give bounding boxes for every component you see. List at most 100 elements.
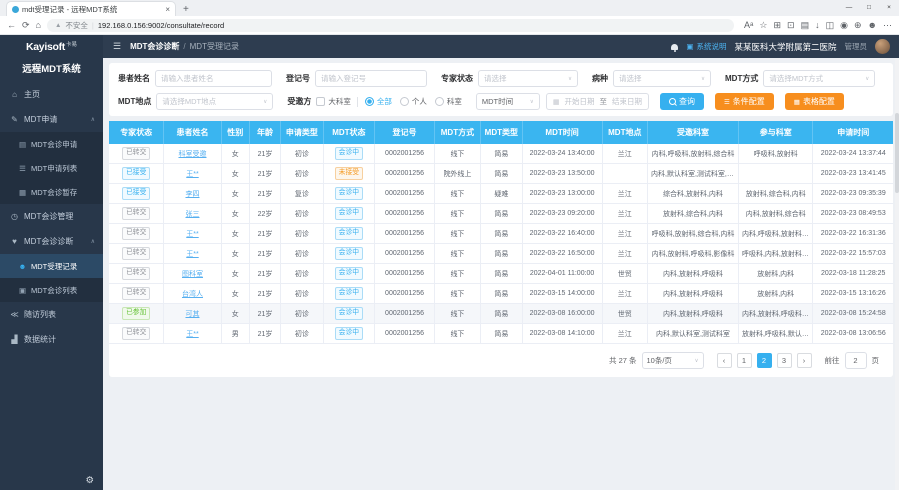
table-row: 已接受王**女21岁初诊未接受0002001256院外线上简易2022-03-2… xyxy=(109,164,893,184)
expert-status-badge: 已参加 xyxy=(122,307,150,320)
table-cell: 简易 xyxy=(481,244,523,264)
settings-gear-icon[interactable]: ⚙ xyxy=(85,475,94,486)
sidebar-collapse-icon[interactable]: ☰ xyxy=(113,41,121,52)
time-type-select[interactable]: MDT时间 ∨ xyxy=(476,93,540,110)
prev-page-button[interactable]: ‹ xyxy=(717,353,732,368)
search-button[interactable]: 查询 xyxy=(660,93,704,110)
patient-name-link[interactable]: 张三 xyxy=(185,211,199,218)
address-bar[interactable]: ▲ 不安全 | 192.168.0.156:9002/consultate/re… xyxy=(47,19,734,32)
sidebar-item-mdt-apply-list[interactable]: ☰MDT申请列表 xyxy=(0,156,103,180)
table-cell: 0002001256 xyxy=(375,284,435,304)
minimize-button[interactable]: — xyxy=(839,0,859,14)
mdt-mode-filter: MDT方式 请选择MDT方式 ∨ xyxy=(725,70,875,87)
favorites-icon[interactable]: ☆ xyxy=(759,21,767,30)
browser-tab[interactable]: mdt受理记录 - 远程MDT系统 × xyxy=(6,1,176,16)
new-tab-button[interactable]: + xyxy=(183,4,189,15)
expert-status-select[interactable]: 请选择 ∨ xyxy=(478,70,578,87)
patient-name-link[interactable]: 王** xyxy=(186,231,198,238)
read-aloud-icon[interactable]: Aᵃ xyxy=(744,21,753,30)
scrollbar-track[interactable] xyxy=(895,58,899,490)
page-button-1[interactable]: 1 xyxy=(737,353,752,368)
radio-icon xyxy=(400,97,409,106)
patient-name-link[interactable]: 科室受邀 xyxy=(178,151,206,158)
invitee-label: 受邀方 xyxy=(287,96,311,107)
copilot-icon[interactable]: ◉ xyxy=(840,21,848,30)
goto-unit: 页 xyxy=(872,355,880,366)
collections-icon[interactable]: ⊞ xyxy=(773,21,781,30)
sidebar-item-followup[interactable]: ≪随访列表 xyxy=(0,302,103,327)
sidebar-item-mdt-record[interactable]: ☻MDT受理记录 xyxy=(0,254,103,278)
more-icon[interactable]: ⋯ xyxy=(883,21,892,30)
condition-config-button[interactable]: ☰ 条件配置 xyxy=(715,93,774,110)
main-content: 患者姓名 登记号 专家状态 请选择 ∨ xyxy=(103,58,899,490)
date-range-picker[interactable]: ▦ 开始日期 至 结束日期 xyxy=(546,93,649,110)
table-cell: 李四 xyxy=(164,184,221,204)
patient-name-link[interactable]: 王** xyxy=(186,171,198,178)
patient-name-link[interactable]: 台湾人 xyxy=(182,291,203,298)
maximize-button[interactable]: □ xyxy=(859,0,879,14)
search-icon xyxy=(669,98,676,105)
table-cell: 2022-03-23 09:35:39 xyxy=(813,184,893,204)
invitee-radio[interactable]: 全部 xyxy=(365,96,400,107)
mdt-place-select[interactable]: 请选择MDT地点 ∨ xyxy=(156,93,273,110)
profile-icon[interactable]: ☻ xyxy=(868,21,877,30)
date-end-placeholder: 结束日期 xyxy=(612,96,642,107)
back-icon[interactable]: ← xyxy=(7,21,16,30)
expert-status-label: 专家状态 xyxy=(441,73,473,84)
table-cell: 2022-03-22 16:50:00 xyxy=(522,244,602,264)
sidebar-item-mdt-diagnosis[interactable]: ♥MDT会诊诊断∧ xyxy=(0,229,103,254)
user-avatar[interactable] xyxy=(875,39,890,54)
register-no-input[interactable] xyxy=(315,70,427,87)
patient-name-input[interactable] xyxy=(155,70,272,87)
goto-page-input[interactable] xyxy=(845,352,867,369)
sidebar-item-mdt-consult-draft[interactable]: ▦MDT会诊暂存 xyxy=(0,180,103,204)
favorites-bar-icon[interactable]: ▤ xyxy=(801,21,810,30)
patient-name-link[interactable]: 可其 xyxy=(185,311,199,318)
extensions-icon[interactable]: ⊕ xyxy=(854,21,862,30)
table-cell: 会诊中 xyxy=(323,244,375,264)
table-cell: 内科,放射科,呼吸科,影像科 xyxy=(648,244,739,264)
home-icon[interactable]: ⌂ xyxy=(36,21,41,30)
patient-name-link[interactable]: 王** xyxy=(186,251,198,258)
scrollbar-thumb[interactable] xyxy=(895,113,899,193)
table-config-button[interactable]: ▦ 表格配置 xyxy=(785,93,844,110)
sidebar-item-home[interactable]: ⌂主页 xyxy=(0,82,103,107)
page-button-2[interactable]: 2 xyxy=(757,353,772,368)
disease-select[interactable]: 请选择 ∨ xyxy=(613,70,711,87)
security-warning-icon: ▲ xyxy=(55,22,61,29)
mdt-mode-select[interactable]: 请选择MDT方式 ∨ xyxy=(763,70,875,87)
table-cell xyxy=(602,164,647,184)
sidebar-item-mdt-consult-list[interactable]: ▣MDT会诊列表 xyxy=(0,278,103,302)
screenshot-icon[interactable]: ⊡ xyxy=(787,21,795,30)
mdt-mode-placeholder: 请选择MDT方式 xyxy=(769,73,823,84)
page-size-select[interactable]: 10条/页 ∨ xyxy=(642,352,704,369)
downloads-icon[interactable]: ↓ xyxy=(815,21,820,30)
sidebar-item-mdt-manage[interactable]: ◷MDT会诊管理 xyxy=(0,204,103,229)
url-text: 192.168.0.156:9002/consultate/record xyxy=(98,21,224,30)
patient-name-link[interactable]: 王** xyxy=(186,331,198,338)
table-cell: 女 xyxy=(221,284,249,304)
invitee-radio[interactable]: 科室 xyxy=(435,96,470,107)
table-cell: 女 xyxy=(221,264,249,284)
sidebar-item-mdt-consult-apply[interactable]: ▤MDT会诊申请 xyxy=(0,132,103,156)
split-screen-icon[interactable]: ◫ xyxy=(826,21,835,30)
patient-name-link[interactable]: 图科室 xyxy=(182,271,203,278)
system-help-link[interactable]: ▣ 系统说明 xyxy=(686,41,726,52)
sidebar-item-stats[interactable]: ▟数据统计 xyxy=(0,327,103,352)
page-button-3[interactable]: 3 xyxy=(777,353,792,368)
sidebar-item-mdt-apply[interactable]: ✎MDT申请∧ xyxy=(0,107,103,132)
close-button[interactable]: × xyxy=(879,0,899,14)
invitee-checkbox[interactable] xyxy=(316,97,325,106)
sidebar-item-mdt-record-icon: ☻ xyxy=(18,262,27,271)
notification-bell-icon[interactable] xyxy=(671,44,678,50)
table-cell: 兰江 xyxy=(602,244,647,264)
user-role: 管理员 xyxy=(845,41,868,52)
patient-name-link[interactable]: 李四 xyxy=(185,191,199,198)
tab-close-icon[interactable]: × xyxy=(165,5,170,14)
next-page-button[interactable]: › xyxy=(797,353,812,368)
chevron-down-icon: ∨ xyxy=(568,76,572,82)
radio-label: 科室 xyxy=(447,96,462,107)
reload-icon[interactable]: ⟳ xyxy=(22,21,30,30)
expert-status-placeholder: 请选择 xyxy=(484,73,507,84)
invitee-radio[interactable]: 个人 xyxy=(400,96,435,107)
